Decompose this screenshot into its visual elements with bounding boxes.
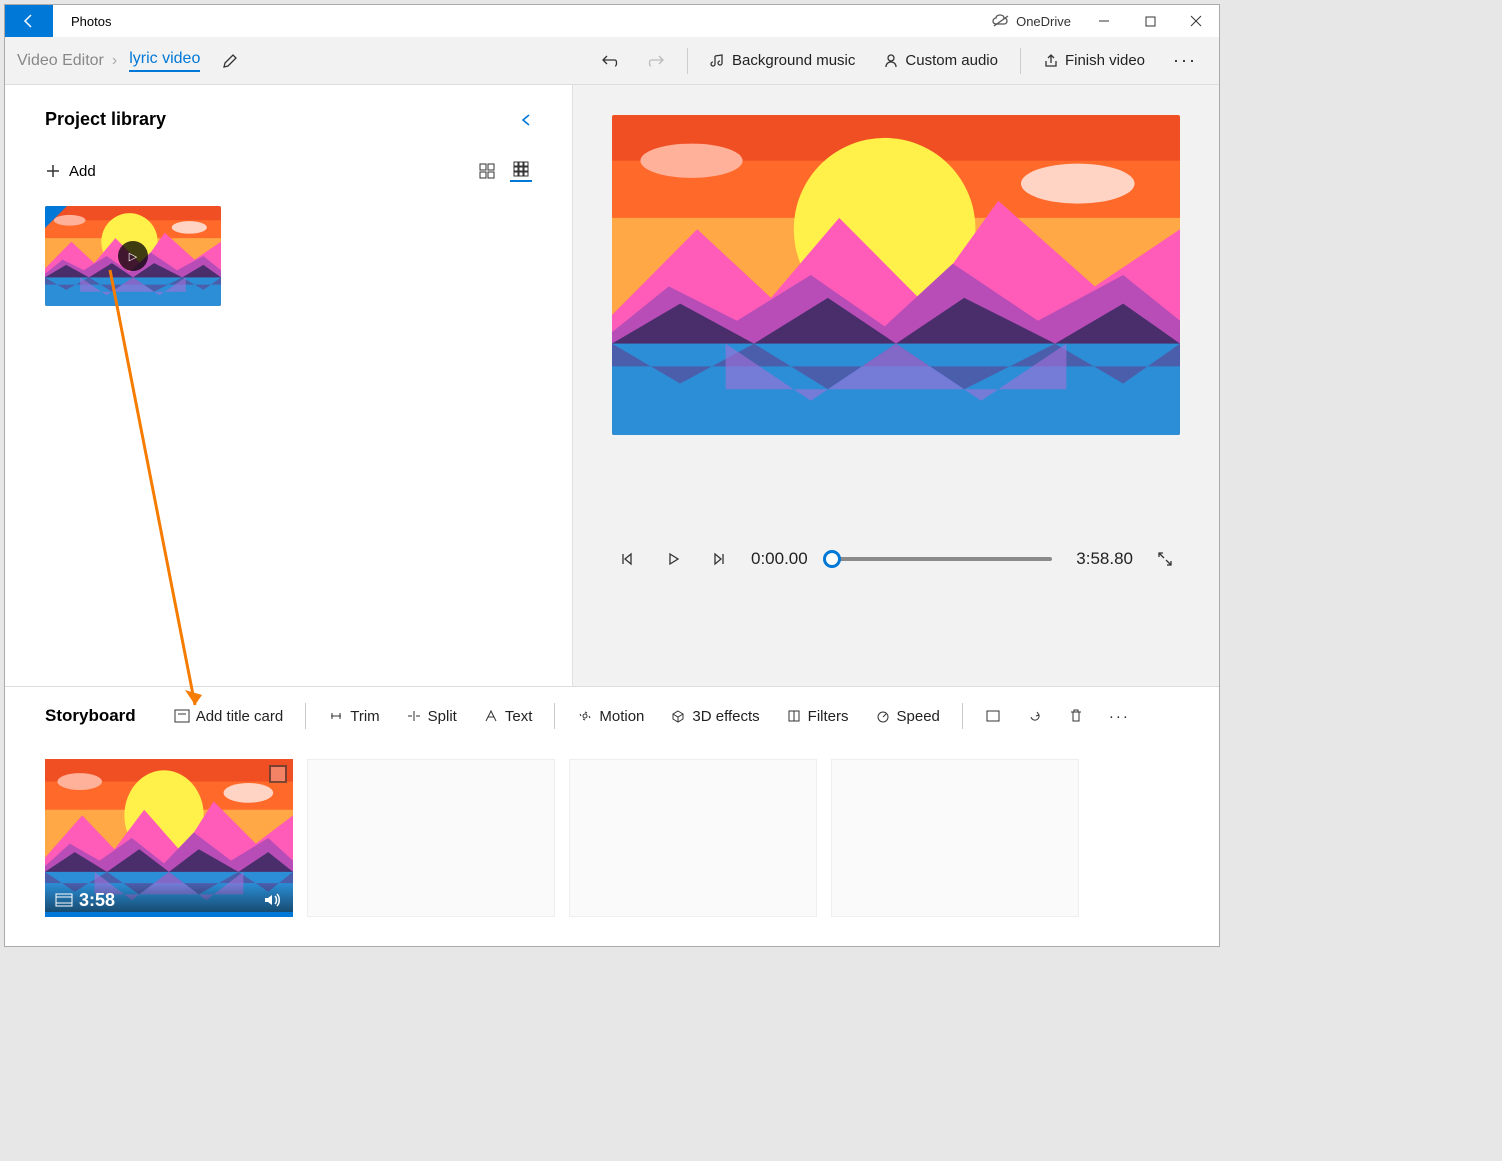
app-title: Photos <box>71 14 992 29</box>
total-time: 3:58.80 <box>1076 549 1133 569</box>
preview-pane: 0:00.00 3:58.80 <box>573 85 1219 686</box>
title-card-icon <box>174 709 190 723</box>
add-button[interactable]: Add <box>45 163 96 180</box>
storyboard-empty-slot[interactable] <box>307 759 555 917</box>
project-library: Project library Add ▷ <box>5 85 573 686</box>
current-time: 0:00.00 <box>751 549 808 569</box>
volume-icon[interactable] <box>263 892 283 908</box>
speed-button[interactable]: Speed <box>867 704 948 729</box>
storyboard-empty-slot[interactable] <box>831 759 1079 917</box>
toolbar: Video Editor › lyric video Background mu… <box>5 37 1219 85</box>
edit-icon[interactable] <box>222 53 238 69</box>
rotate-button[interactable] <box>1019 705 1051 727</box>
library-thumbnail[interactable]: ▷ <box>45 206 221 306</box>
split-icon <box>406 709 422 723</box>
play-button[interactable] <box>659 545 687 573</box>
next-frame-button[interactable] <box>705 545 733 573</box>
app-window: Photos OneDrive Video Editor › lyric vid… <box>4 4 1220 947</box>
undo-button[interactable] <box>591 46 629 76</box>
delete-button[interactable] <box>1061 704 1091 728</box>
split-button[interactable]: Split <box>398 704 465 729</box>
export-icon <box>1043 53 1059 69</box>
maximize-button[interactable] <box>1127 5 1173 37</box>
play-icon: ▷ <box>118 241 148 271</box>
redo-button[interactable] <box>637 46 675 76</box>
window-controls <box>1081 5 1219 37</box>
clip-corner-icon <box>269 765 287 783</box>
plus-icon <box>45 163 61 179</box>
filmstrip-icon <box>55 893 73 907</box>
audio-icon <box>883 53 899 69</box>
background-music-button[interactable]: Background music <box>700 46 865 75</box>
more-button[interactable]: ··· <box>1163 44 1207 77</box>
text-button[interactable]: Text <box>475 704 541 729</box>
grid-large-button[interactable] <box>476 160 498 182</box>
cube-icon <box>670 709 686 723</box>
resize-icon <box>985 709 1001 723</box>
seek-thumb[interactable] <box>823 550 841 568</box>
clip-progress <box>45 912 293 917</box>
library-title: Project library <box>45 109 166 130</box>
prev-frame-button[interactable] <box>613 545 641 573</box>
add-title-card-button[interactable]: Add title card <box>166 704 292 729</box>
dogear-icon <box>45 206 67 228</box>
filters-icon <box>786 709 802 723</box>
cloud-off-icon <box>992 14 1010 28</box>
project-name[interactable]: lyric video <box>129 50 200 72</box>
fullscreen-button[interactable] <box>1151 545 1179 573</box>
seek-bar[interactable] <box>832 557 1053 561</box>
onedrive-status[interactable]: OneDrive <box>992 14 1071 29</box>
titlebar: Photos OneDrive <box>5 5 1219 37</box>
resize-button[interactable] <box>977 705 1009 727</box>
storyboard-title: Storyboard <box>45 706 136 726</box>
3d-effects-button[interactable]: 3D effects <box>662 704 767 729</box>
text-icon <box>483 709 499 723</box>
back-button[interactable] <box>5 5 53 37</box>
clip-duration: 3:58 <box>79 890 115 911</box>
music-icon <box>710 53 726 69</box>
trash-icon <box>1069 708 1083 724</box>
storyboard: Storyboard Add title card Trim Split Tex… <box>5 686 1219 946</box>
rotate-icon <box>1027 709 1043 723</box>
trim-icon <box>328 709 344 723</box>
motion-button[interactable]: Motion <box>569 704 652 729</box>
more-storyboard-button[interactable]: ··· <box>1101 704 1138 729</box>
chevron-right-icon: › <box>112 52 117 70</box>
main-area: Project library Add ▷ <box>5 85 1219 686</box>
finish-video-button[interactable]: Finish video <box>1033 46 1155 75</box>
storyboard-clip[interactable]: 3:58 <box>45 759 293 917</box>
grid-small-button[interactable] <box>510 160 532 182</box>
motion-icon <box>577 709 593 723</box>
close-button[interactable] <box>1173 5 1219 37</box>
breadcrumb[interactable]: Video Editor <box>17 52 104 70</box>
playback-controls: 0:00.00 3:58.80 <box>593 545 1199 573</box>
collapse-button[interactable] <box>520 112 532 128</box>
trim-button[interactable]: Trim <box>320 704 387 729</box>
filters-button[interactable]: Filters <box>778 704 857 729</box>
minimize-button[interactable] <box>1081 5 1127 37</box>
custom-audio-button[interactable]: Custom audio <box>873 46 1008 75</box>
preview-canvas[interactable] <box>612 115 1180 435</box>
storyboard-empty-slot[interactable] <box>569 759 817 917</box>
speed-icon <box>875 709 891 723</box>
